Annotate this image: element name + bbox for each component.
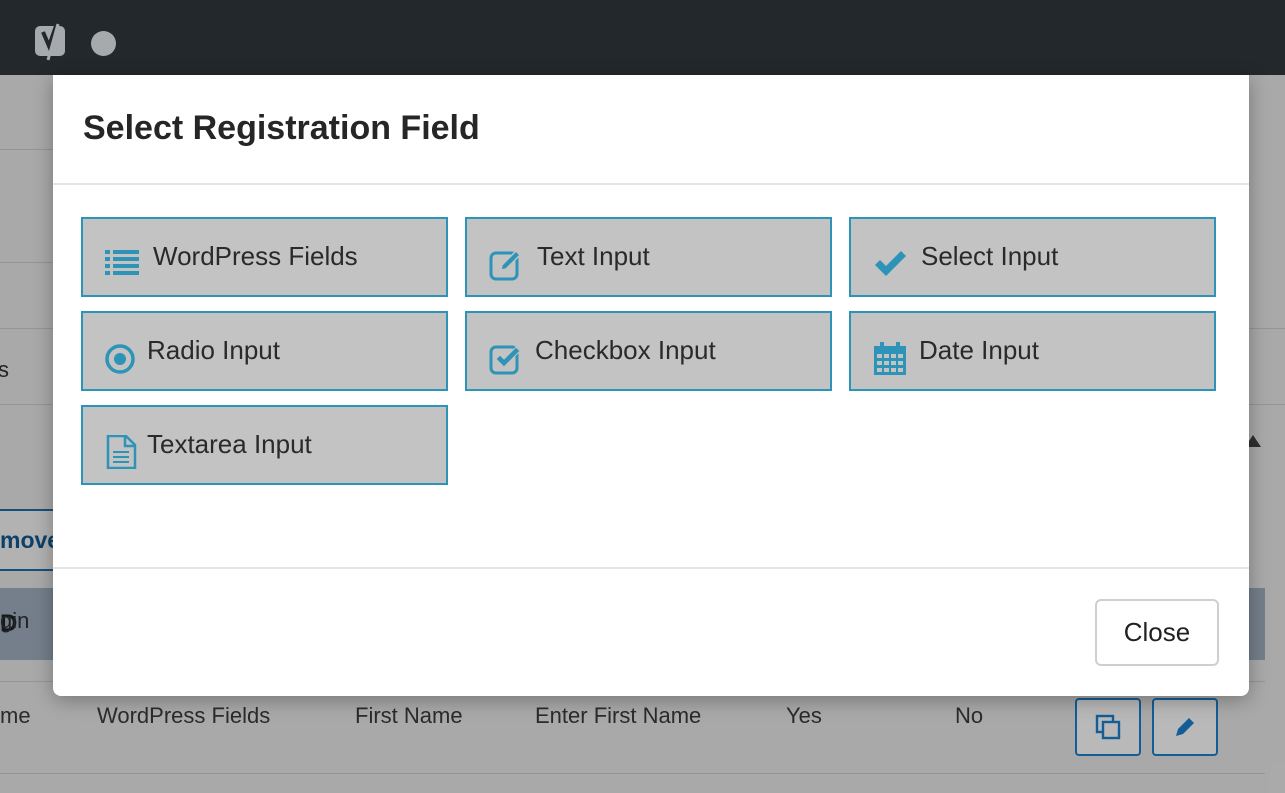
modal-header-divider — [53, 183, 1249, 185]
modal-footer-divider — [53, 567, 1249, 569]
text-input-button[interactable]: Text Input — [465, 217, 832, 297]
field-button-label: Select Input — [921, 241, 1059, 271]
table-cell-required: Yes — [786, 703, 822, 728]
list-icon — [105, 250, 139, 275]
wordpress-fields-button[interactable]: WordPress Fields — [81, 217, 448, 297]
select-input-button[interactable]: Select Input — [849, 217, 1216, 297]
checkbox-input-button[interactable]: Checkbox Input — [465, 311, 832, 391]
table-cell-placeholder: Enter First Name — [535, 703, 702, 728]
radio-input-button[interactable]: Radio Input — [81, 311, 448, 391]
textarea-input-button[interactable]: Textarea Input — [81, 405, 448, 485]
table-cell-other: No — [955, 703, 984, 728]
pencil-icon — [1176, 718, 1194, 736]
field-button-label: Checkbox Input — [535, 335, 716, 365]
edit-button[interactable] — [1152, 698, 1218, 756]
edit-icon — [489, 249, 522, 281]
field-button-label: Date Input — [919, 335, 1039, 365]
status-dot-icon — [91, 31, 116, 56]
copy-icon — [1095, 714, 1121, 740]
table-cell-label: First Name — [355, 703, 463, 728]
checkbox-icon — [489, 345, 521, 375]
radio-icon — [105, 344, 135, 374]
admin-top-bar — [0, 0, 1285, 75]
field-button-label: Textarea Input — [147, 429, 312, 459]
select-field-modal: Select Registration Field WordPress Fiel… — [53, 75, 1249, 696]
modal-title: Select Registration Field — [83, 109, 480, 147]
checkmark-icon — [875, 251, 906, 276]
close-button[interactable]: Close — [1095, 599, 1219, 666]
field-button-label: Text Input — [537, 241, 650, 271]
field-button-label: WordPress Fields — [153, 241, 358, 271]
duplicate-button[interactable] — [1075, 698, 1141, 756]
calendar-icon — [874, 342, 906, 375]
table-cell: me — [0, 703, 31, 728]
table-cell-type: WordPress Fields — [97, 703, 271, 728]
date-input-button[interactable]: Date Input — [849, 311, 1216, 391]
document-icon — [106, 435, 137, 469]
yoast-logo-icon[interactable] — [34, 22, 70, 62]
field-button-label: Radio Input — [147, 335, 280, 365]
